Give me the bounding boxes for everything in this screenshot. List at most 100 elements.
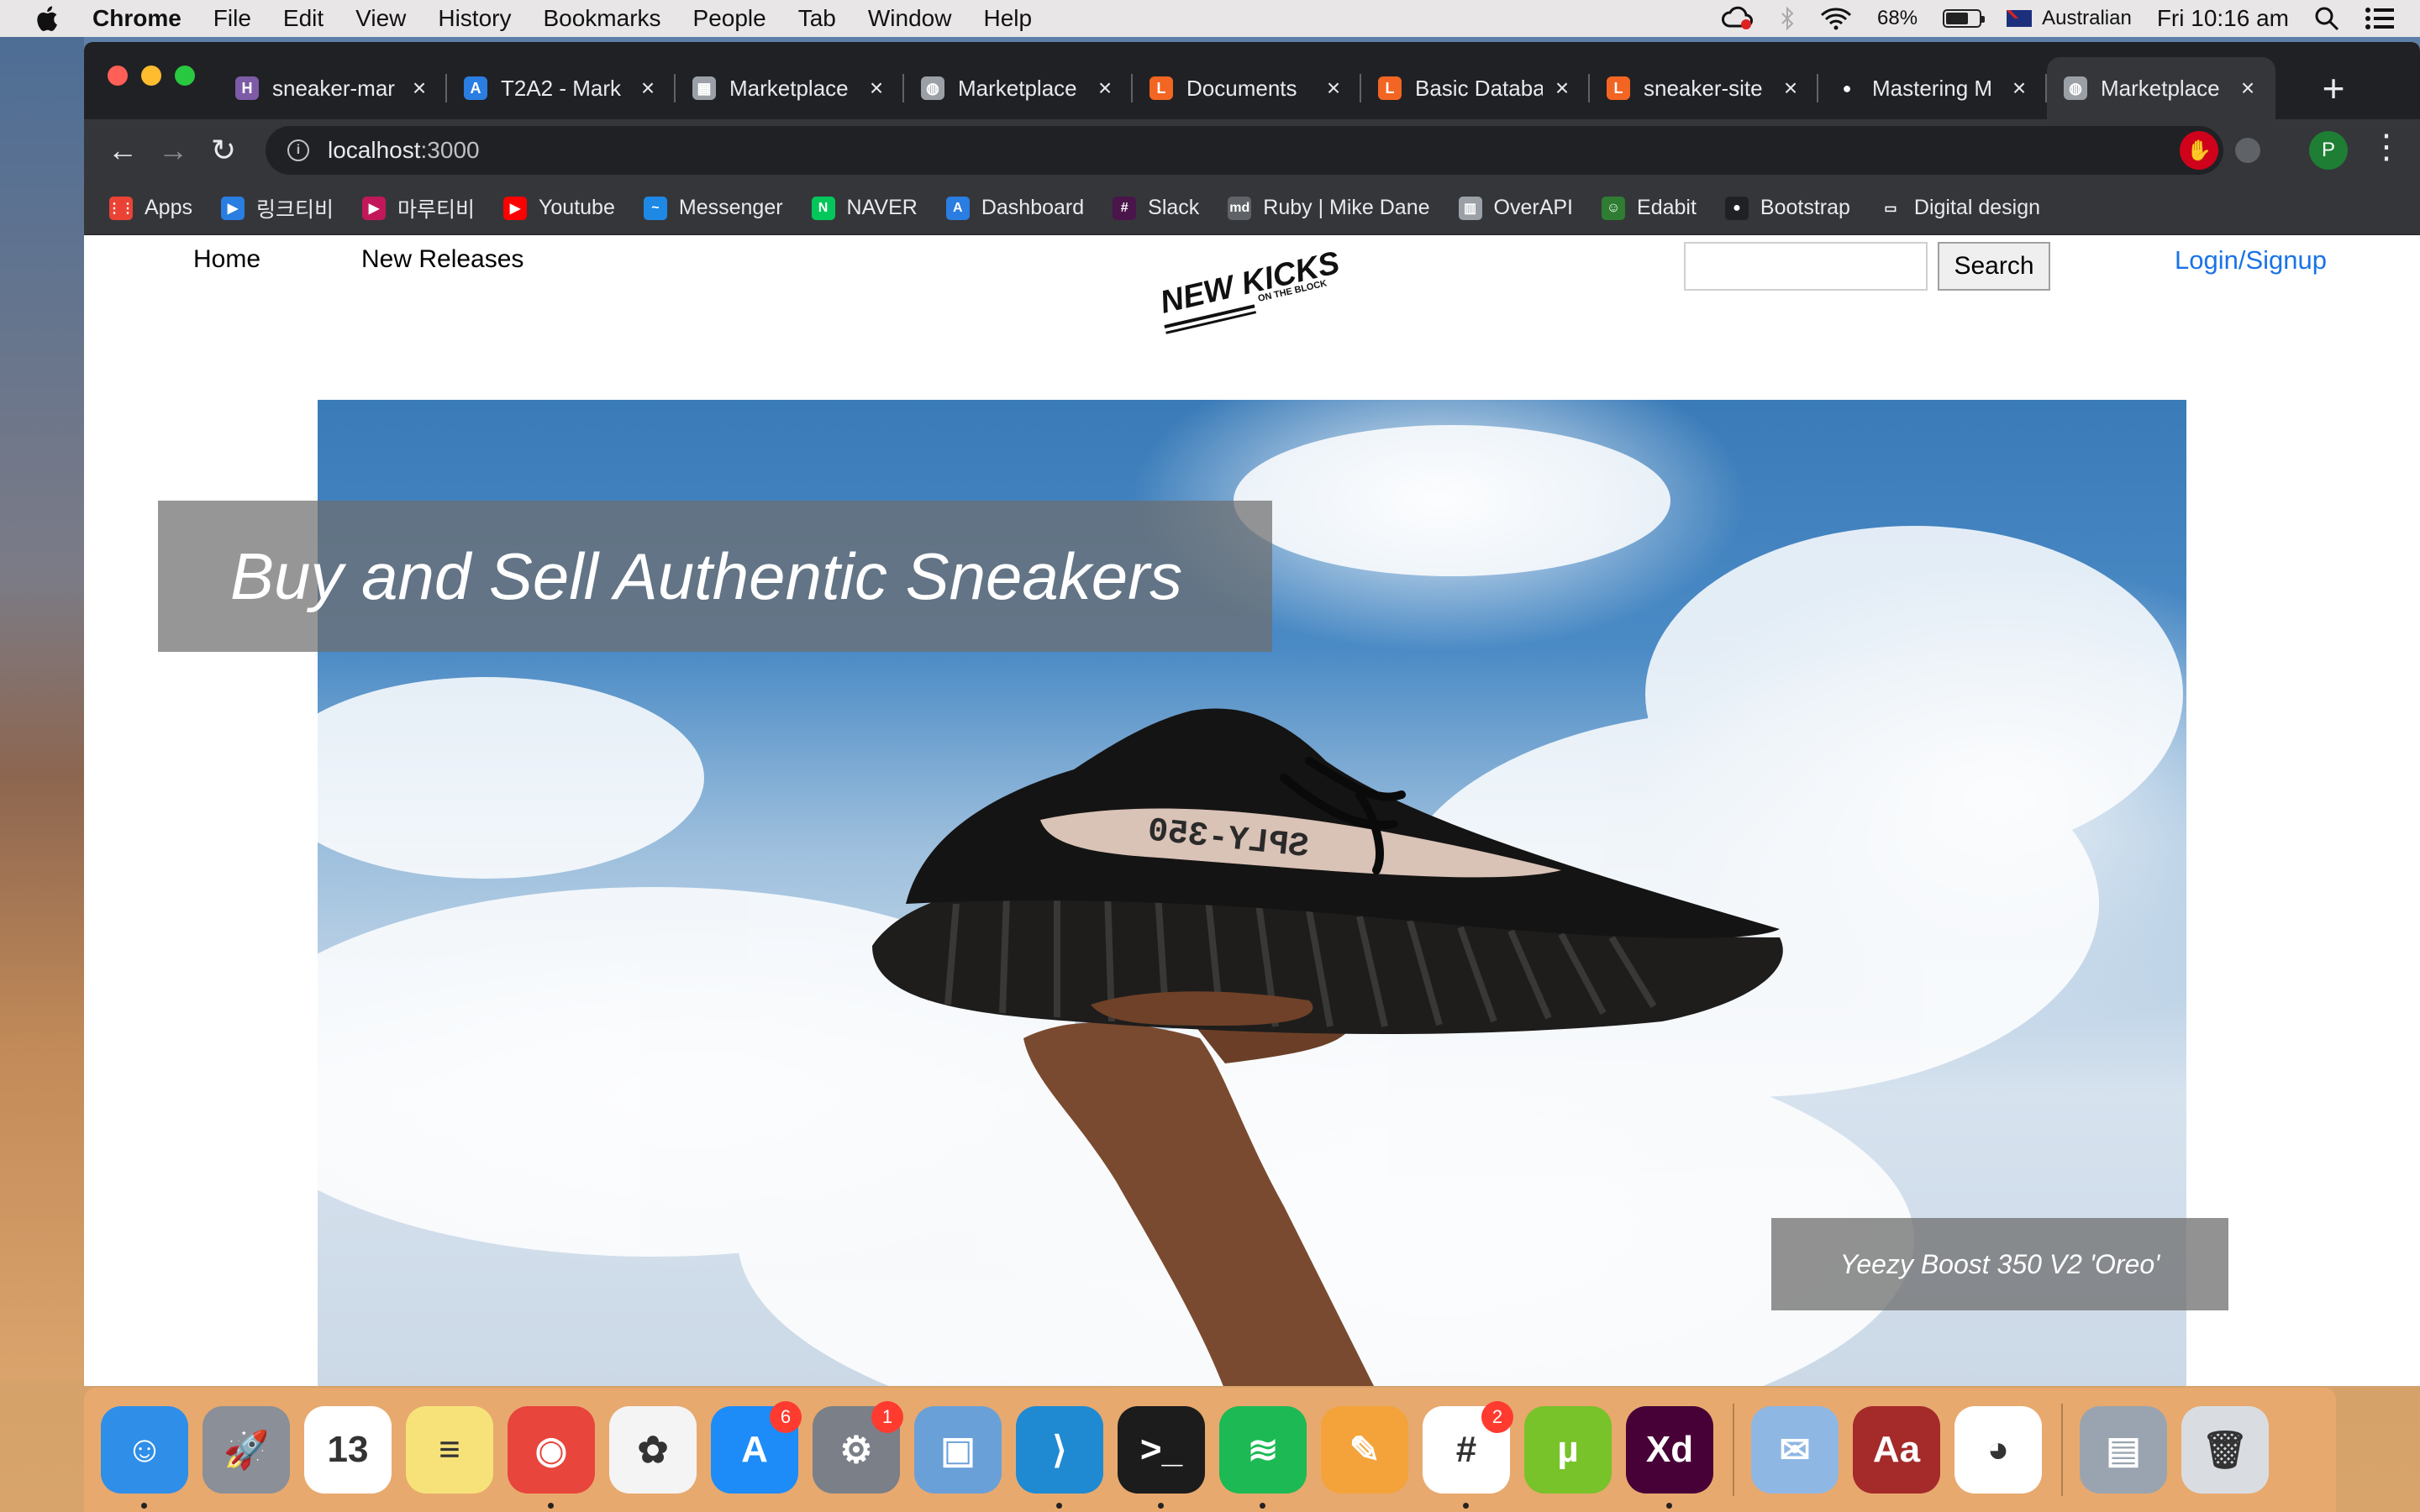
bookmark-item[interactable]: N NAVER <box>811 196 918 220</box>
login-signup-link[interactable]: Login/Signup <box>2175 245 2327 276</box>
utorrent-icon[interactable]: µ <box>1524 1406 1612 1494</box>
forward-button[interactable]: → <box>153 130 193 171</box>
finder-icon[interactable]: ☺ <box>101 1406 188 1509</box>
bookmark-item[interactable]: # Slack <box>1113 196 1199 220</box>
menu-people[interactable]: People <box>693 5 766 32</box>
mail-icon[interactable]: ✉ <box>1751 1406 1839 1494</box>
tab-close-icon[interactable]: × <box>1323 75 1344 102</box>
menu-bookmarks[interactable]: Bookmarks <box>543 5 660 32</box>
new-tab-button[interactable]: + <box>2302 57 2365 119</box>
search-input[interactable] <box>1684 242 1928 291</box>
browser-tab[interactable]: ▦ Marketplace × <box>676 57 904 119</box>
bookmark-item[interactable]: ● Bootstrap <box>1724 196 1850 220</box>
clock[interactable]: Fri 10:16 am <box>2157 5 2289 32</box>
menu-tab[interactable]: Tab <box>798 5 836 32</box>
bookmark-label: Edabit <box>1637 196 1697 219</box>
tab-close-icon[interactable]: × <box>1780 75 1802 102</box>
menu-view[interactable]: View <box>355 5 406 32</box>
nav-home-link[interactable]: Home <box>193 245 260 274</box>
tab-close-icon[interactable]: × <box>865 75 887 102</box>
bookmark-item[interactable]: ▶ 링크티비 <box>220 193 334 223</box>
back-button[interactable]: ← <box>103 130 143 171</box>
creative-cloud-icon[interactable] <box>1721 6 1754 31</box>
new-kicks-logo[interactable]: NEW KICKS ON THE BLOCK <box>1141 242 1351 334</box>
trash-icon[interactable]: 🗑 <box>2181 1406 2269 1494</box>
tab-close-icon[interactable]: × <box>2237 75 2259 102</box>
input-source-label[interactable]: Australian <box>2042 7 2132 30</box>
terminal-icon[interactable]: >_ <box>1118 1406 1205 1509</box>
launchpad-icon[interactable]: 🚀 <box>203 1406 290 1494</box>
bookmark-item[interactable]: md Ruby | Mike Dane <box>1228 196 1430 220</box>
pages-icon[interactable]: ✎ <box>1321 1406 1408 1494</box>
url-text[interactable]: localhost:3000 <box>328 137 480 164</box>
nav-new-releases-link[interactable]: New Releases <box>361 245 523 274</box>
browser-tab[interactable]: Hsneaker-mar × <box>218 57 447 119</box>
minimize-window-button[interactable] <box>141 66 161 86</box>
hero-caption-text: Yeezy Boost 350 V2 'Oreo' <box>1839 1248 2160 1279</box>
site-info-icon[interactable]: i <box>287 139 309 161</box>
browser-tab[interactable]: ◍ Marketplace × <box>2047 57 2275 119</box>
browser-tab[interactable]: A T2A2 - Mark × <box>447 57 676 119</box>
preview-icon[interactable]: ▣ <box>914 1406 1002 1494</box>
sequel-pro-icon[interactable]: ◕ <box>1954 1406 2042 1494</box>
calendar-icon[interactable]: 13 <box>304 1406 392 1494</box>
search-button[interactable]: Search <box>1938 242 2050 291</box>
browser-tab[interactable]: Lsneaker-site × <box>1590 57 1818 119</box>
close-window-button[interactable] <box>108 66 128 86</box>
profile-avatar[interactable]: P <box>2309 131 2348 170</box>
url-port: :3000 <box>420 137 480 163</box>
dock-icon-glyph: ≡ <box>439 1429 460 1470</box>
bookmark-item[interactable]: A Dashboard <box>945 196 1084 220</box>
bookmark-item[interactable]: ▭ Digital design <box>1878 196 2040 220</box>
bookmark-item[interactable]: ▥ OverAPI <box>1458 196 1573 220</box>
bluetooth-icon[interactable] <box>1780 6 1795 31</box>
menu-window[interactable]: Window <box>868 5 952 32</box>
tab-close-icon[interactable]: × <box>1551 75 1573 102</box>
browser-tab[interactable]: L Basic Databa × <box>1361 57 1590 119</box>
bookmark-item[interactable]: ☺ Edabit <box>1602 196 1697 220</box>
notification-center-icon[interactable] <box>2365 7 2395 30</box>
bookmark-item[interactable]: ▶ 마루티비 <box>362 193 475 223</box>
battery-icon[interactable] <box>1943 9 1986 28</box>
menu-file[interactable]: File <box>213 5 251 32</box>
spotify-icon[interactable]: ≋ <box>1219 1406 1307 1509</box>
dock-icon-glyph: ⟩ <box>1052 1429 1067 1471</box>
browser-tab[interactable]: ◍ Marketplace × <box>904 57 1133 119</box>
extension-icon[interactable] <box>2235 138 2260 163</box>
tab-close-icon[interactable]: × <box>1094 75 1116 102</box>
spotlight-search-icon[interactable] <box>2314 6 2339 31</box>
bookmark-icon: N <box>811 196 835 220</box>
photos-icon[interactable]: ✿ <box>609 1406 697 1494</box>
tab-close-icon[interactable]: × <box>2008 75 2030 102</box>
app-store-icon[interactable]: A6 <box>711 1401 802 1494</box>
system-preferences-icon[interactable]: ⚙ 1 <box>813 1401 903 1494</box>
menu-help[interactable]: Help <box>983 5 1032 32</box>
reload-button[interactable]: ↻ <box>203 130 244 171</box>
tab-close-icon[interactable]: × <box>637 75 659 102</box>
notes-icon[interactable]: ≡ <box>406 1406 493 1494</box>
menu-edit[interactable]: Edit <box>283 5 324 32</box>
vscode-icon[interactable]: ⟩ <box>1016 1406 1103 1509</box>
chrome-menu-icon[interactable]: ⋮ <box>2370 128 2403 166</box>
wifi-icon[interactable] <box>1820 7 1852 30</box>
tab-close-icon[interactable]: × <box>408 75 430 102</box>
bookmark-icon: ⋮⋮ <box>108 196 134 220</box>
address-bar[interactable]: i localhost:3000 ☆ <box>266 126 2223 175</box>
zoom-window-button[interactable] <box>175 66 195 86</box>
browser-tab[interactable]: L Documents × <box>1133 57 1361 119</box>
chrome-icon[interactable]: ◉ <box>508 1406 595 1509</box>
slack-icon[interactable]: #2 <box>1423 1401 1513 1509</box>
dock-icon-glyph: 🗑 <box>2202 1430 2249 1471</box>
menu-app-name[interactable]: Chrome <box>92 5 182 32</box>
adblock-extension-icon[interactable]: ✋ <box>2180 131 2218 170</box>
bookmark-item[interactable]: ⋮⋮ Apps <box>108 196 192 220</box>
apple-icon[interactable] <box>34 4 59 33</box>
downloads-stack-icon[interactable]: ▤ <box>2080 1406 2167 1494</box>
chrome-window: Hsneaker-mar × A T2A2 - Mark × ▦ Marketplace × ◍… <box>84 42 2420 1386</box>
bookmark-item[interactable]: ▶ Youtube <box>503 196 615 220</box>
dictionary-icon[interactable]: Aa <box>1853 1406 1940 1494</box>
adobe-xd-icon[interactable]: Xd <box>1626 1406 1713 1509</box>
menu-history[interactable]: History <box>438 5 511 32</box>
bookmark-item[interactable]: ~ Messenger <box>643 196 783 220</box>
browser-tab[interactable]: ● Mastering M × <box>1818 57 2047 119</box>
